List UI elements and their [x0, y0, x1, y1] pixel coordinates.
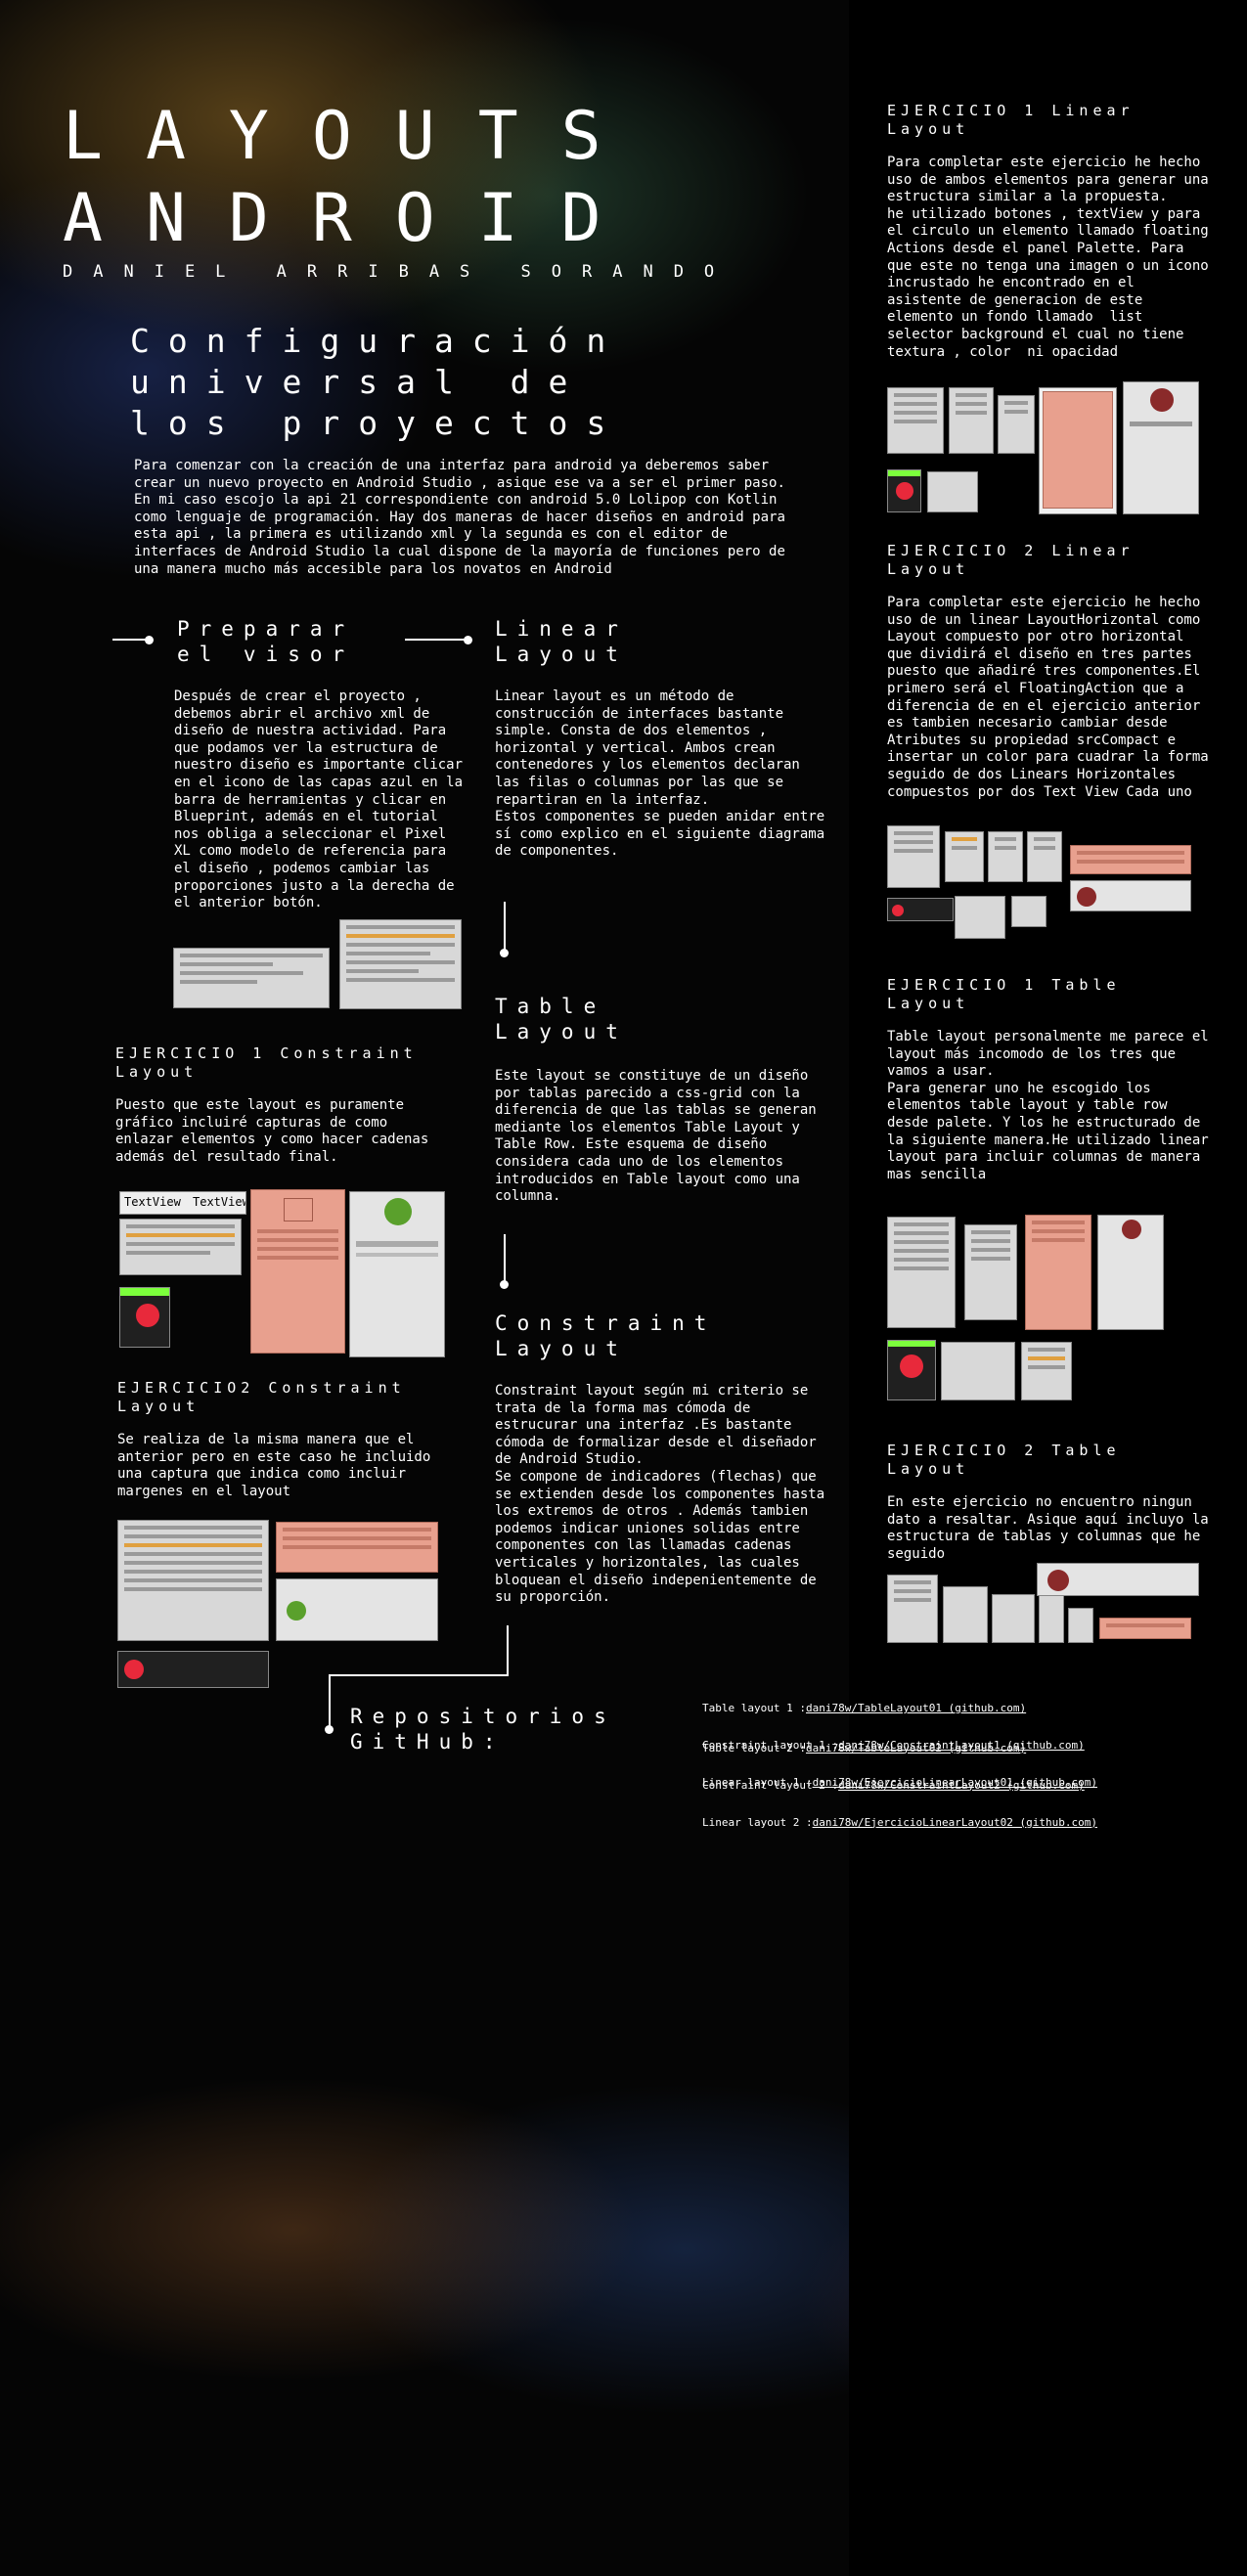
constraint-ex1-body: Puesto que este layout es puramente gráf…	[115, 1097, 429, 1165]
linear-ex1-screenshot-1	[887, 387, 944, 454]
connector-line	[329, 1674, 331, 1729]
connector-dot	[464, 636, 472, 644]
intro-heading: Configuración universal de los proyectos	[130, 322, 625, 442]
table-ex1-screenshot-7	[1021, 1342, 1072, 1400]
linear-body: Linear layout es un método de construcci…	[495, 688, 825, 860]
linear-ex2-screenshot-6	[1070, 880, 1191, 911]
preparar-screenshot-2	[339, 919, 462, 1009]
repo-label: Linear layout 2 :	[702, 1815, 813, 1829]
table-ex1-screenshot-6	[941, 1342, 1015, 1400]
constraint-ex1-screenshot-3	[119, 1287, 170, 1348]
preparar-body: Después de crear el proyecto , debemos a…	[174, 688, 464, 911]
shot-textview-label: TextView	[193, 1195, 246, 1209]
linear-ex2-screenshot-2	[945, 831, 984, 882]
connector-line	[112, 639, 148, 641]
table-ex2-screenshot-7	[1099, 1618, 1191, 1639]
connector-line	[504, 1234, 506, 1283]
title-line-1: LAYOUTS	[63, 98, 645, 175]
connector-dot	[500, 949, 509, 957]
linear-ex1-heading: EJERCICIO 1 Linear Layout	[887, 102, 1135, 138]
linear-ex2-screenshot-7	[887, 898, 954, 921]
repo-link[interactable]: dani78w/EjercicioLinearLayout01 (github.…	[813, 1776, 1097, 1789]
table-ex1-screenshot-3	[1025, 1215, 1091, 1330]
constraint-ex2-screenshot-3	[276, 1522, 438, 1573]
repo-link-row[interactable]: Linear layout 2 :dani78w/EjercicioLinear…	[702, 1816, 1097, 1830]
table-ex1-screenshot-2	[964, 1224, 1017, 1320]
table-ex2-screenshot-1	[887, 1575, 938, 1643]
linear-ex2-screenshot-1	[887, 825, 940, 888]
linear-ex1-screenshot-4	[1039, 387, 1117, 514]
linear-ex2-screenshot-9	[1011, 896, 1047, 927]
connector-line	[504, 902, 506, 951]
linear-ex1-body: Para completar este ejercicio he hecho u…	[887, 155, 1209, 360]
connector-line	[329, 1674, 509, 1676]
repo-group-linear: Linear layout 1 :dani78w/EjercicioLinear…	[702, 1750, 1097, 1843]
table-ex2-heading: EJERCICIO 2 Table Layout	[887, 1442, 1121, 1478]
repo-link[interactable]: dani78w/EjercicioLinearLayout02 (github.…	[813, 1816, 1097, 1829]
table-ex1-screenshot-5	[887, 1340, 936, 1400]
intro-body: Para comenzar con la creación de una int…	[134, 458, 785, 577]
table-ex1-screenshot-4	[1097, 1215, 1164, 1330]
constraint-ex2-heading: EJERCICIO2 Constraint Layout	[117, 1379, 406, 1415]
table-ex2-screenshot-2	[943, 1586, 988, 1643]
linear-ex1-screenshot-7	[927, 471, 978, 512]
connector-dot	[325, 1725, 334, 1734]
connector-line	[405, 639, 466, 641]
constraint-ex1-screenshot-2	[119, 1219, 242, 1275]
table-body: Este layout se constituye de un diseño p…	[495, 1068, 817, 1205]
linear-ex1-screenshot-3	[998, 395, 1035, 454]
connector-dot	[500, 1280, 509, 1289]
repo-label: Linear layout 1 :	[702, 1776, 813, 1789]
table-ex2-body: En este ejercicio no encuentro ningun da…	[887, 1494, 1209, 1562]
table-ex1-heading: EJERCICIO 1 Table Layout	[887, 976, 1121, 1012]
linear-ex2-heading: EJERCICIO 2 Linear Layout	[887, 542, 1135, 578]
connector-line	[507, 1625, 509, 1676]
constraint-ex1-screenshot-4	[250, 1189, 345, 1354]
constraint-ex2-screenshot-4	[276, 1578, 438, 1641]
constraint-ex2-body: Se realiza de la misma manera que el ant…	[117, 1432, 431, 1499]
table-ex2-screenshot-4	[1039, 1594, 1064, 1643]
table-heading: Table Layout	[495, 995, 628, 1044]
repos-heading: Repositorios GitHub:	[350, 1705, 616, 1754]
title-line-2: ANDROID	[63, 180, 645, 257]
constraint-ex1-heading: EJERCICIO 1 Constraint Layout	[115, 1044, 418, 1081]
table-ex1-body: Table layout personalmente me parece el …	[887, 1029, 1209, 1182]
linear-heading: Linear Layout	[495, 617, 628, 666]
constraint-ex1-screenshot-1: TextView TextView	[119, 1191, 246, 1215]
constraint-heading: Constraint Layout	[495, 1311, 717, 1360]
table-ex2-screenshot-5	[1068, 1608, 1093, 1643]
preparar-screenshot-1	[173, 948, 330, 1008]
table-ex2-screenshot-3	[992, 1594, 1035, 1643]
linear-ex2-screenshot-3	[988, 831, 1023, 882]
linear-ex2-screenshot-4	[1027, 831, 1062, 882]
table-ex1-screenshot-1	[887, 1217, 956, 1328]
linear-ex2-body: Para completar este ejercicio he hecho u…	[887, 595, 1209, 800]
preparar-heading: Preparar el visor	[177, 617, 355, 666]
constraint-ex2-screenshot-1	[117, 1520, 269, 1641]
table-ex2-screenshot-6	[1037, 1563, 1199, 1596]
linear-ex1-screenshot-6	[887, 469, 921, 512]
author-name: DANIEL ARRIBAS SORANDO	[63, 262, 735, 282]
linear-ex1-screenshot-2	[949, 387, 994, 454]
constraint-body: Constraint layout según mi criterio se t…	[495, 1383, 825, 1606]
constraint-ex2-screenshot-2	[117, 1651, 269, 1688]
connector-dot	[145, 636, 154, 644]
repo-link-row[interactable]: Linear layout 1 :dani78w/EjercicioLinear…	[702, 1776, 1097, 1790]
shot-textview-label: TextView	[124, 1195, 181, 1209]
linear-ex1-screenshot-5	[1123, 381, 1199, 514]
linear-ex2-screenshot-8	[955, 896, 1005, 939]
linear-ex2-screenshot-5	[1070, 845, 1191, 874]
constraint-ex1-screenshot-5	[349, 1191, 445, 1357]
